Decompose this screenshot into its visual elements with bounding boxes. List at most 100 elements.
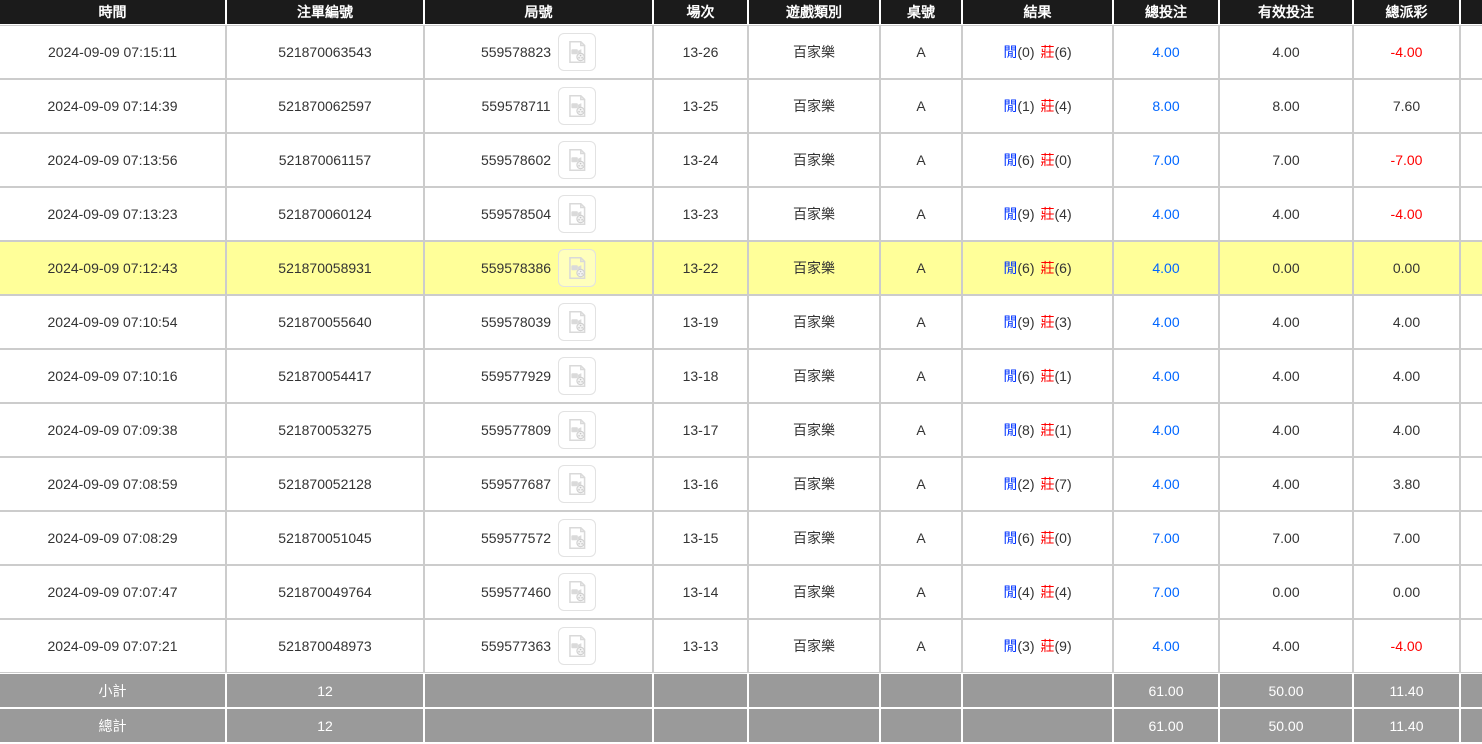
player-result-score: (0)	[1017, 44, 1034, 60]
cell-round-id: 559577460	[425, 566, 652, 618]
table-row[interactable]: 2024-09-09 07:07:21 521870048973 5595773…	[0, 620, 1482, 672]
bet-id-value: 521870048973	[278, 638, 371, 654]
video-replay-button[interactable]	[558, 357, 596, 395]
total-bet-link[interactable]: 8.00	[1152, 98, 1179, 114]
player-result-label: 閒	[1003, 422, 1017, 438]
footer-empty-cell	[1461, 709, 1482, 742]
time-value: 2024-09-09 07:09:38	[48, 422, 178, 438]
cell-result: 閒(1)莊(4)	[963, 80, 1112, 132]
table-row[interactable]: 2024-09-09 07:10:16 521870054417 5595779…	[0, 350, 1482, 402]
banker-result-label: 莊	[1041, 206, 1055, 222]
video-replay-button[interactable]	[558, 519, 596, 557]
cell-extra	[1461, 188, 1482, 240]
cell-bet-id: 521870058931	[227, 242, 423, 294]
footer-payout-cell: 11.40	[1354, 709, 1459, 742]
player-result-label: 閒	[1003, 44, 1017, 60]
cell-time: 2024-09-09 07:10:54	[0, 296, 225, 348]
table-row[interactable]: 2024-09-09 07:07:47 521870049764 5595774…	[0, 566, 1482, 618]
payout-value: 4.00	[1393, 422, 1420, 438]
total-bet-link[interactable]: 4.00	[1152, 206, 1179, 222]
cell-time: 2024-09-09 07:13:23	[0, 188, 225, 240]
total-bet-link[interactable]: 4.00	[1152, 314, 1179, 330]
video-replay-button[interactable]	[558, 141, 596, 179]
total-bet-link[interactable]: 7.00	[1152, 584, 1179, 600]
video-file-icon	[564, 309, 590, 335]
table-no-value: A	[916, 638, 925, 654]
total-bet-link[interactable]: 7.00	[1152, 530, 1179, 546]
time-value: 2024-09-09 07:08:29	[48, 530, 178, 546]
footer-empty-cell	[881, 709, 961, 742]
video-replay-button[interactable]	[558, 303, 596, 341]
payout-value: 7.60	[1393, 98, 1420, 114]
table-row[interactable]: 2024-09-09 07:10:54 521870055640 5595780…	[0, 296, 1482, 348]
video-replay-button[interactable]	[558, 465, 596, 503]
total-bet-link[interactable]: 4.00	[1152, 422, 1179, 438]
game-type-value: 百家樂	[793, 530, 835, 546]
total-bet-link[interactable]: 4.00	[1152, 260, 1179, 276]
bet-id-value: 521870060124	[278, 206, 371, 222]
table-row[interactable]: 2024-09-09 07:13:23 521870060124 5595785…	[0, 188, 1482, 240]
cell-payout: -7.00	[1354, 134, 1459, 186]
footer-empty-cell	[749, 709, 879, 742]
banker-result-label: 莊	[1041, 314, 1055, 330]
round-id-value: 559577809	[481, 422, 551, 438]
total-bet-link[interactable]: 7.00	[1152, 152, 1179, 168]
video-replay-button[interactable]	[558, 195, 596, 233]
banker-result-label: 莊	[1041, 368, 1055, 384]
video-replay-button[interactable]	[558, 87, 596, 125]
banker-result-label: 莊	[1041, 422, 1055, 438]
cell-round-id: 559578039	[425, 296, 652, 348]
video-replay-button[interactable]	[558, 627, 596, 665]
table-row[interactable]: 2024-09-09 07:12:43 521870058931 5595783…	[0, 242, 1482, 294]
total-bet-link[interactable]: 4.00	[1152, 44, 1179, 60]
cell-game-type: 百家樂	[749, 80, 879, 132]
video-file-icon	[564, 255, 590, 281]
cell-bet-id: 521870054417	[227, 350, 423, 402]
table-row[interactable]: 2024-09-09 07:08:59 521870052128 5595776…	[0, 458, 1482, 510]
cell-game-type: 百家樂	[749, 620, 879, 672]
cell-round-id: 559578711	[425, 80, 652, 132]
bet-id-value: 521870058931	[278, 260, 371, 276]
payout-value: -4.00	[1391, 206, 1423, 222]
cell-time: 2024-09-09 07:08:59	[0, 458, 225, 510]
cell-total-bet: 7.00	[1114, 512, 1218, 564]
cell-time: 2024-09-09 07:07:21	[0, 620, 225, 672]
cell-time: 2024-09-09 07:13:56	[0, 134, 225, 186]
table-row[interactable]: 2024-09-09 07:13:56 521870061157 5595786…	[0, 134, 1482, 186]
cell-game-type: 百家樂	[749, 296, 879, 348]
session-value: 13-13	[683, 638, 719, 654]
total-bet-link[interactable]: 4.00	[1152, 368, 1179, 384]
total-bet-link[interactable]: 4.00	[1152, 638, 1179, 654]
table-row[interactable]: 2024-09-09 07:08:29 521870051045 5595775…	[0, 512, 1482, 564]
game-type-value: 百家樂	[793, 638, 835, 654]
cell-bet-id: 521870063543	[227, 26, 423, 78]
cell-bet-id: 521870061157	[227, 134, 423, 186]
col-header-session: 場次	[654, 0, 747, 24]
cell-table-no: A	[881, 512, 961, 564]
video-replay-button[interactable]	[558, 33, 596, 71]
cell-result: 閒(4)莊(4)	[963, 566, 1112, 618]
cell-session: 13-25	[654, 80, 747, 132]
table-row[interactable]: 2024-09-09 07:15:11 521870063543 5595788…	[0, 26, 1482, 78]
video-replay-button[interactable]	[558, 249, 596, 287]
bet-id-value: 521870049764	[278, 584, 371, 600]
table-no-value: A	[916, 314, 925, 330]
table-row[interactable]: 2024-09-09 07:09:38 521870053275 5595778…	[0, 404, 1482, 456]
table-row[interactable]: 2024-09-09 07:14:39 521870062597 5595787…	[0, 80, 1482, 132]
time-value: 2024-09-09 07:12:43	[48, 260, 178, 276]
video-replay-button[interactable]	[558, 573, 596, 611]
player-result-label: 閒	[1003, 638, 1017, 654]
banker-result-score: (0)	[1055, 530, 1072, 546]
cell-game-type: 百家樂	[749, 404, 879, 456]
footer-total-bet: 61.00	[1148, 683, 1183, 699]
time-value: 2024-09-09 07:14:39	[48, 98, 178, 114]
cell-valid-bet: 0.00	[1220, 566, 1352, 618]
cell-total-bet: 4.00	[1114, 350, 1218, 402]
video-replay-button[interactable]	[558, 411, 596, 449]
cell-time: 2024-09-09 07:08:29	[0, 512, 225, 564]
cell-valid-bet: 0.00	[1220, 242, 1352, 294]
cell-payout: -4.00	[1354, 620, 1459, 672]
round-id-value: 559578386	[481, 260, 551, 276]
time-value: 2024-09-09 07:13:23	[48, 206, 178, 222]
total-bet-link[interactable]: 4.00	[1152, 476, 1179, 492]
